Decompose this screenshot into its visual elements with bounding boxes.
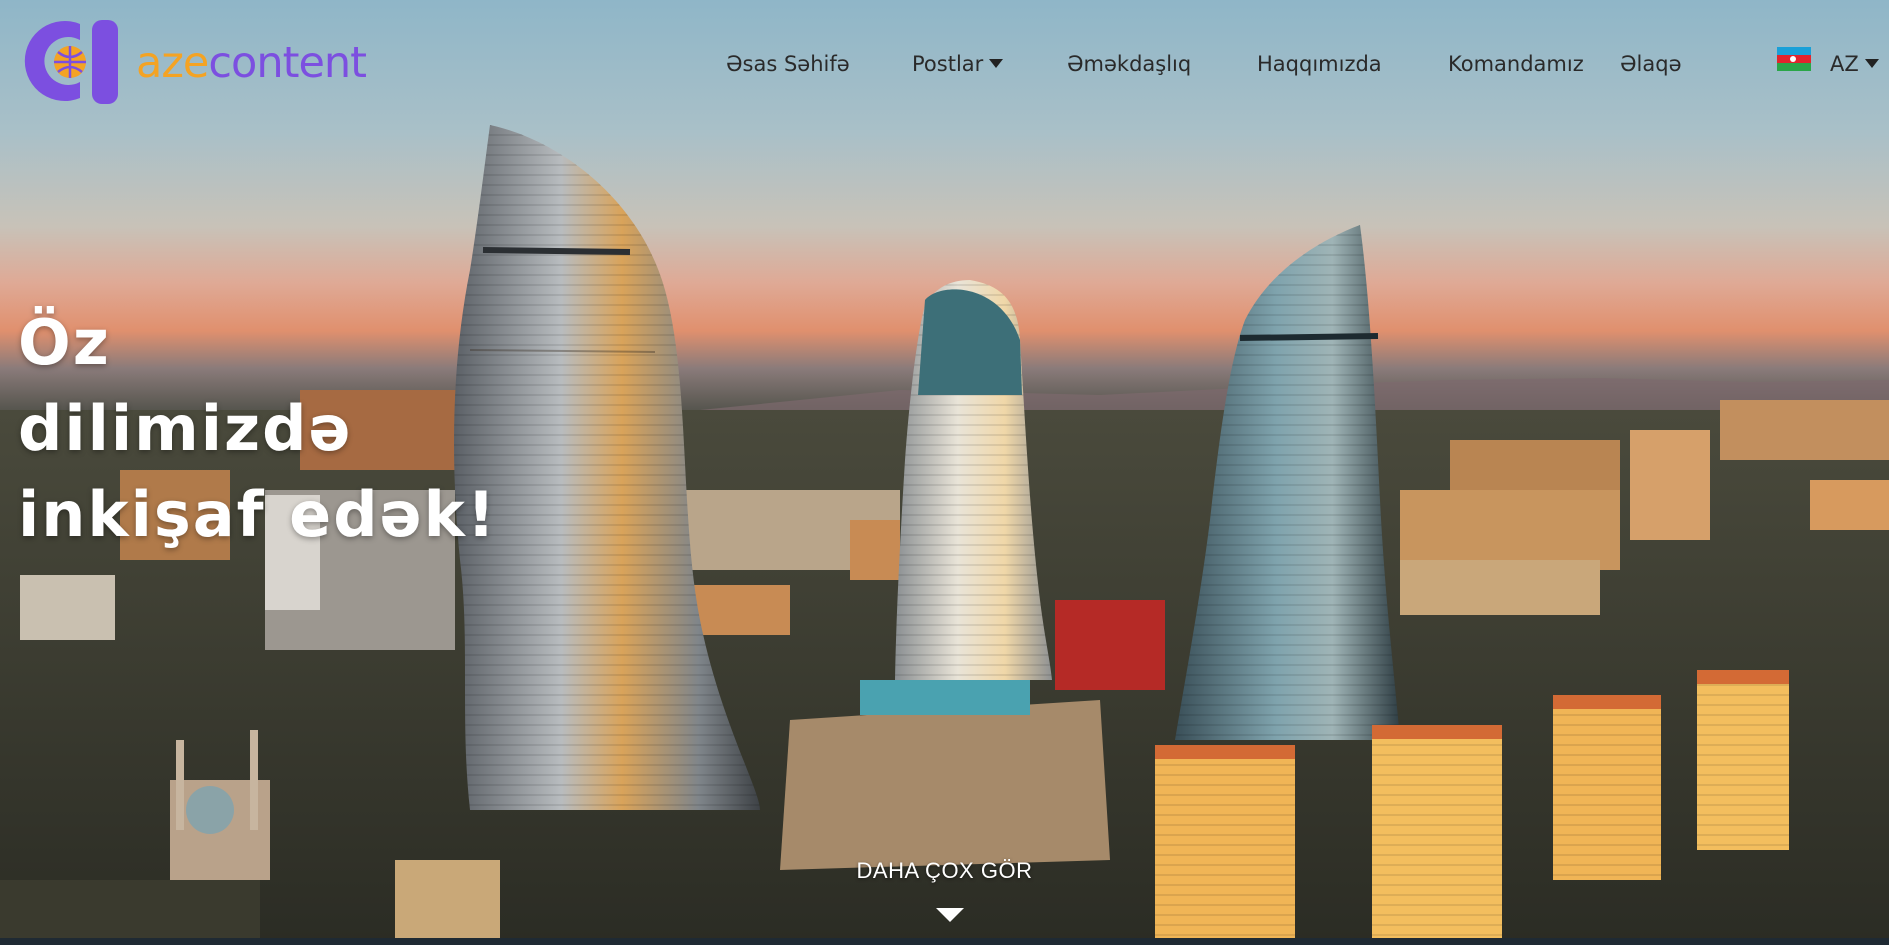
nav-item-cooperation[interactable]: Əməkdaşlıq [1067, 50, 1191, 78]
hero-headline-line-3: inkişaf edək! [18, 478, 498, 551]
language-label: AZ [1830, 52, 1859, 76]
see-more-section: DAHA ÇOX GÖR [0, 858, 1889, 884]
hero-section: azecontent Əsas Səhifə Postlar Əməkdaşlı… [0, 0, 1889, 945]
chevron-down-icon [989, 59, 1004, 68]
azerbaijan-flag-icon[interactable] [1777, 47, 1811, 71]
arrow-down-icon[interactable] [936, 908, 964, 922]
see-more-link[interactable]: DAHA ÇOX GÖR [857, 858, 1033, 883]
bottom-bar [0, 938, 1889, 945]
nav-item-about[interactable]: Haqqımızda [1257, 50, 1382, 78]
nav-item-team[interactable]: Komandamız [1448, 50, 1584, 78]
hero-headline-line-2: dilimizdə [18, 392, 353, 465]
nav-item-posts-label: Postlar [912, 52, 984, 76]
nav-item-posts[interactable]: Postlar [912, 50, 1004, 78]
site-header: azecontent Əsas Səhifə Postlar Əməkdaşlı… [0, 0, 1889, 122]
nav-item-home[interactable]: Əsas Səhifə [726, 50, 850, 78]
language-selector[interactable]: AZ [1830, 50, 1879, 78]
nav-item-contact[interactable]: Əlaqə [1620, 50, 1681, 78]
main-nav: Əsas Səhifə Postlar Əməkdaşlıq Haqqımızd… [0, 50, 1889, 80]
chevron-down-icon [1864, 59, 1879, 68]
hero-headline: Öz dilimizdə inkişaf edək! [18, 300, 578, 558]
hero-headline-line-1: Öz [18, 306, 111, 379]
